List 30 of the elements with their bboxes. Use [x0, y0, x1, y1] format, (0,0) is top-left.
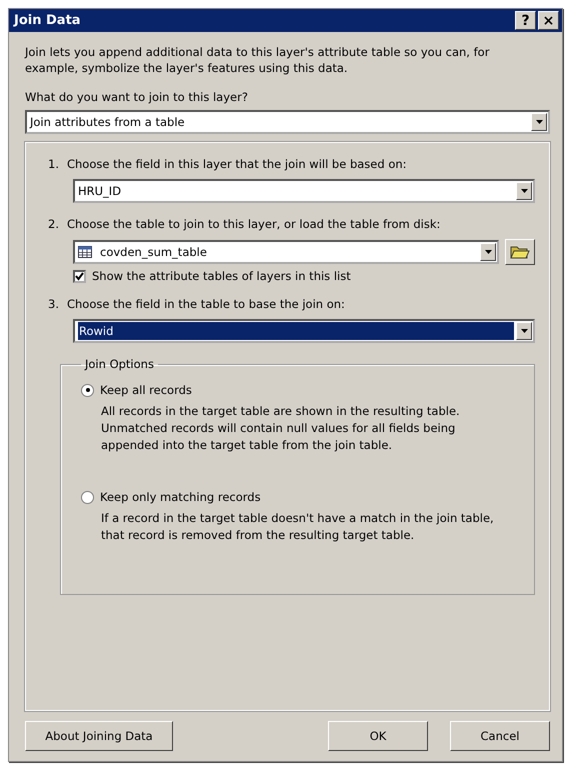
- close-button[interactable]: ×: [538, 11, 559, 30]
- cancel-button[interactable]: Cancel: [450, 721, 550, 751]
- radio-label: Keep all records: [100, 383, 192, 397]
- field-dropdown[interactable]: HRU_ID: [73, 179, 535, 203]
- open-folder-button[interactable]: [505, 239, 535, 265]
- join-type-label: What do you want to join to this layer?: [25, 90, 249, 104]
- step-label: Choose the field in this layer that the join will be based on:: [66, 157, 407, 171]
- join-type-dropdown[interactable]: Join attributes from a table: [25, 110, 550, 134]
- radio-button[interactable]: [81, 384, 94, 396]
- ok-button[interactable]: OK: [328, 721, 428, 751]
- radio-button[interactable]: [81, 490, 94, 504]
- checkbox-label: Show the attribute tables of layers in this list: [92, 269, 351, 283]
- folder-icon: [510, 244, 530, 260]
- checkbox[interactable]: [73, 270, 86, 282]
- window-title: Join Data: [14, 13, 82, 28]
- table-dropdown[interactable]: covden_sum_table: [73, 240, 499, 264]
- field-dropdown[interactable]: Rowid: [73, 319, 535, 343]
- table-icon: [78, 246, 92, 258]
- option-description: All records in the target table are shown in the resulting table. Unmatched records will contain null values for all fields being appended into the target table from the join table.: [101, 403, 461, 454]
- intro-text: Join lets you append additional data to this layer's attribute table so you can, for example, symbolize the layer's features using this data.: [25, 44, 490, 76]
- help-button[interactable]: ?: [515, 11, 536, 30]
- step-label: Choose the field in the table to base the join on:: [66, 297, 345, 311]
- step-number: 2.: [48, 217, 59, 231]
- step-label: Choose the table to join to this layer, or load the table from disk:: [66, 217, 440, 231]
- option-description: If a record in the target table doesn't have a match in the join table, that record is removed from the resulting target table.: [101, 510, 495, 544]
- step-number: 1.: [48, 157, 59, 171]
- group-title: Join Options: [83, 357, 155, 371]
- radio-label: Keep only matching records: [100, 490, 261, 504]
- about-button[interactable]: About Joining Data: [25, 721, 173, 751]
- step-number: 3.: [48, 297, 59, 311]
